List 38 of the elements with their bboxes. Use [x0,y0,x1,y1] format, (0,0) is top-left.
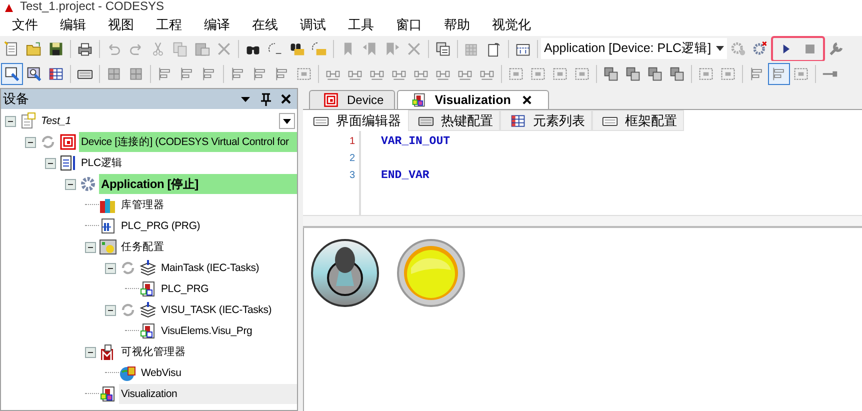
line-number: 1 [349,135,355,149]
application-selector[interactable]: Application [Device: PLC逻辑] [541,38,728,59]
menu-item[interactable]: 工具 [337,14,385,36]
menu-item[interactable]: 视图 [97,14,145,36]
line-number: 3 [349,169,355,183]
window-title: Test_1.project - CODESYS [20,0,164,13]
tree-item[interactable]: 可视化管理器 [119,342,297,362]
menu-item[interactable]: 编译 [193,14,241,36]
tree-item[interactable]: Device [连接的] (CODESYS Virtual Control for [79,132,297,152]
menu-item[interactable]: 文件 [1,14,49,36]
tree-item[interactable]: VISU_TASK (IEC-Tasks) [159,300,297,320]
panel-title: 设备 [3,90,30,108]
document-tab[interactable]: Visualization [396,90,549,109]
code-line: END_VAR [381,168,430,184]
line-number: 2 [349,152,355,166]
menu-item[interactable]: 窗口 [385,14,433,36]
tree-item[interactable]: 库管理器 [119,194,297,214]
tree-item[interactable]: PLC_PRG [159,278,297,298]
tree-item[interactable]: PLC_PRG (PRG) [119,216,297,236]
editor-tab[interactable]: 热键配置 [408,110,500,131]
editor-tab[interactable]: 框架配置 [592,110,684,131]
menu-item[interactable]: 工程 [145,14,193,36]
menu-item[interactable]: 在线 [241,14,289,36]
tree-item[interactable]: Visualization [119,384,297,404]
tree-item[interactable]: Application [停止] [99,174,297,194]
tree-item[interactable]: MainTask (IEC-Tasks) [159,258,297,278]
editor-tab[interactable]: 元素列表 [500,110,592,131]
tree-item[interactable]: PLC逻辑 [79,152,297,172]
tree-item[interactable]: 任务配置 [119,236,297,256]
menu-item[interactable]: 编辑 [49,14,97,36]
menu-item[interactable]: 视觉化 [481,14,542,36]
tree-item[interactable]: VisuElems.Visu_Prg [159,320,297,340]
tree-item[interactable]: WebVisu [139,362,297,382]
tree-item[interactable]: Test_1 [39,110,73,130]
menu-item[interactable]: 帮助 [433,14,481,36]
menu-item[interactable]: 调试 [289,14,337,36]
document-tab[interactable]: Device [309,90,395,109]
code-line: VAR_IN_OUT [381,134,450,150]
